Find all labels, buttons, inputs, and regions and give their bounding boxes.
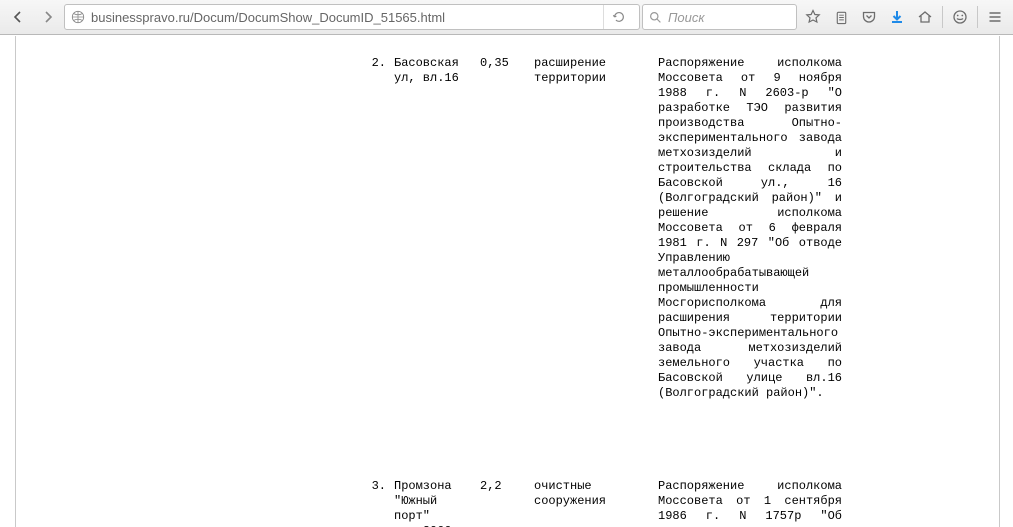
row-address: Басовская ул, вл.16 xyxy=(394,56,480,86)
pocket-icon[interactable] xyxy=(855,4,883,30)
row-address: Промзона "Южный порт" п.п.3900 xyxy=(394,479,480,527)
back-button[interactable] xyxy=(4,4,32,30)
browser-toolbar: businesspravo.ru/Docum/DocumShow_DocumID… xyxy=(0,0,1013,35)
address-bar[interactable]: businesspravo.ru/Docum/DocumShow_DocumID… xyxy=(64,4,640,30)
table-row: 2. Басовская ул, вл.16 0,35 расширение т… xyxy=(32,56,983,401)
document-table: 2. Басовская ул, вл.16 0,35 расширение т… xyxy=(32,56,983,527)
row-value: 2,2 xyxy=(480,479,534,494)
forward-button[interactable] xyxy=(34,4,62,30)
toolbar-separator xyxy=(977,6,978,28)
row-purpose: расширение территории xyxy=(534,56,624,86)
row-purpose: очистные сооружения xyxy=(534,479,624,509)
refresh-button[interactable] xyxy=(603,5,633,29)
star-icon[interactable] xyxy=(799,4,827,30)
home-icon[interactable] xyxy=(911,4,939,30)
globe-icon xyxy=(71,10,85,24)
content-frame: 2. Басовская ул, вл.16 0,35 расширение т… xyxy=(0,35,1013,527)
menu-icon[interactable] xyxy=(981,4,1009,30)
toolbar-separator xyxy=(942,6,943,28)
toolbar-icons xyxy=(799,4,1009,30)
row-value: 0,35 xyxy=(480,56,534,71)
row-description: Распоряжение исполкома Моссовета от 9 но… xyxy=(658,56,842,401)
row-number: 2. xyxy=(362,56,394,71)
clipboard-icon[interactable] xyxy=(827,4,855,30)
smile-icon[interactable] xyxy=(946,4,974,30)
row-number: 3. xyxy=(362,479,394,494)
download-icon[interactable] xyxy=(883,4,911,30)
search-icon xyxy=(649,11,662,24)
table-row: 3. Промзона "Южный порт" п.п.3900 2,2 оч… xyxy=(32,479,983,527)
search-placeholder: Поиск xyxy=(668,10,705,25)
search-box[interactable]: Поиск xyxy=(642,4,797,30)
row-description: Распоряжение исполкома Моссовета от 1 се… xyxy=(658,479,842,527)
document-page: 2. Басовская ул, вл.16 0,35 расширение т… xyxy=(15,36,1000,527)
url-text: businesspravo.ru/Docum/DocumShow_DocumID… xyxy=(91,10,597,25)
